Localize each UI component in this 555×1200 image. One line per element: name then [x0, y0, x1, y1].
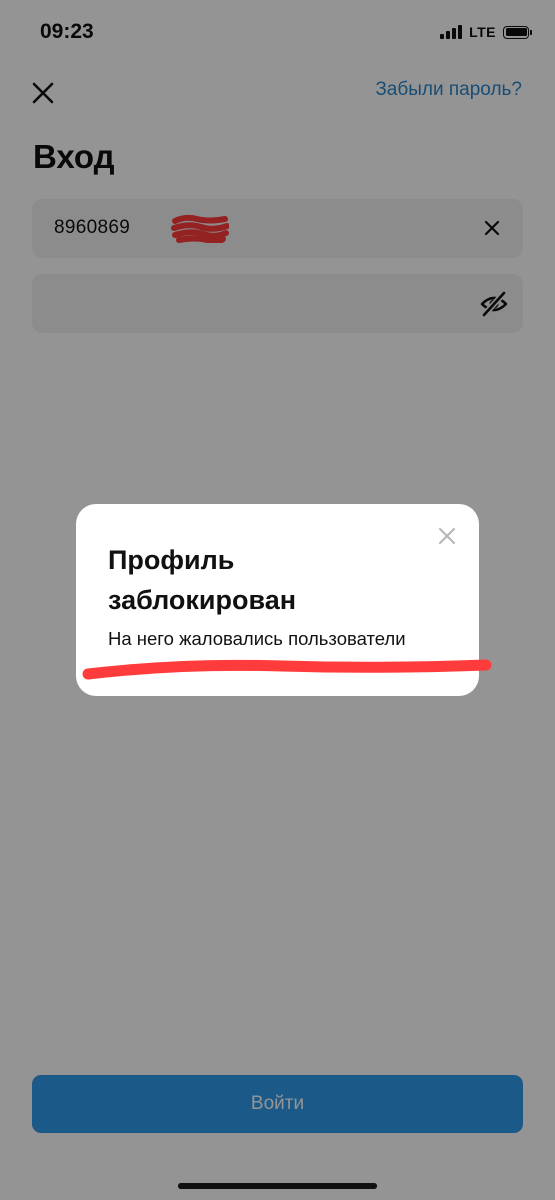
dialog-close-button[interactable]: [437, 526, 457, 546]
dialog-message: На него жаловались пользователи: [108, 628, 406, 649]
dialog-title: Профиль заблокирован: [108, 545, 297, 615]
close-icon: [439, 528, 455, 544]
highlight-underline: [82, 659, 492, 680]
home-indicator-bar: [178, 1183, 377, 1189]
